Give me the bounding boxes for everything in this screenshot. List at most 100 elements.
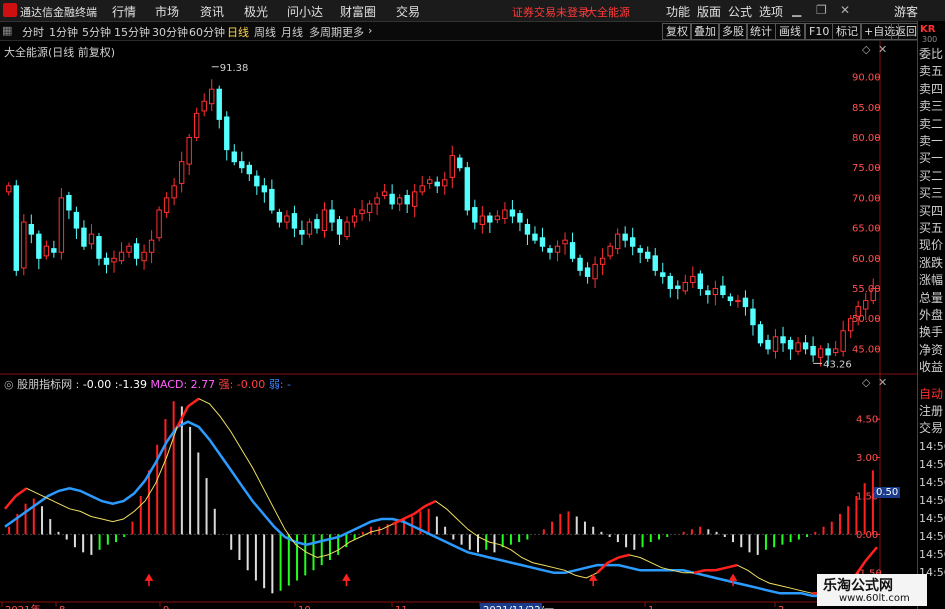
period-5min[interactable]: 5分钟	[82, 24, 111, 40]
candle-body	[21, 221, 27, 269]
menu-gongshi[interactable]: 公式	[728, 3, 752, 20]
menu-hangqing[interactable]: 行情	[112, 3, 136, 20]
candle-body	[434, 181, 440, 187]
watermark-url: www.60lt.com	[839, 593, 910, 604]
y-tick-label: 75.00	[852, 163, 881, 174]
panel-action-label[interactable]: 注册	[919, 402, 945, 419]
period-1min[interactable]: 1分钟	[49, 24, 78, 40]
candle-body	[366, 203, 373, 213]
strong-segment	[15, 487, 28, 498]
y-tick-label: 0.00	[856, 530, 878, 541]
menu-jiaoyi[interactable]: 交易	[396, 3, 420, 20]
candle-body	[697, 273, 704, 289]
trade-time: 14:56	[919, 494, 945, 507]
btn-fuquan[interactable]: 复权	[662, 23, 692, 40]
candle-body	[171, 185, 177, 199]
menu-jiguang[interactable]: 极光	[244, 3, 268, 20]
high-price-label: 91.38	[220, 63, 249, 74]
candle-body	[201, 100, 207, 112]
candle-body	[141, 251, 147, 262]
candle-body	[449, 155, 455, 178]
panel-close-icon[interactable]: ✕	[878, 43, 887, 56]
candle-body	[780, 336, 786, 344]
period-60min[interactable]: 60分钟	[189, 24, 225, 40]
indicator-toggle-icon[interactable]: ◎	[4, 378, 14, 391]
period-multi[interactable]: 多周期	[309, 24, 342, 40]
menu-xuanxiang[interactable]: 选项	[759, 3, 783, 20]
candle-body	[532, 233, 538, 241]
candle-body	[209, 88, 215, 105]
panel-action-label[interactable]: 自动	[919, 385, 945, 402]
y-tick-label: 4.50	[856, 415, 878, 426]
candle-body	[614, 233, 621, 250]
candle-body	[314, 219, 320, 229]
candle-body	[58, 197, 65, 253]
candle-body	[727, 296, 734, 302]
strong-segment	[865, 546, 878, 561]
btn-tongji[interactable]: 统计	[746, 23, 776, 40]
quote-row-label: 买四	[919, 203, 944, 218]
period-day[interactable]: 日线	[227, 24, 249, 40]
menu-zixun[interactable]: 资讯	[200, 3, 224, 20]
settings-diamond-icon[interactable]: ◇	[862, 43, 870, 56]
quote-row-label: 买二	[919, 168, 944, 183]
candle-body	[148, 239, 155, 253]
chevron-right-icon[interactable]: ›	[368, 24, 372, 37]
candle-body	[509, 209, 516, 217]
candle-body	[193, 112, 200, 139]
candle-body	[261, 185, 268, 193]
candle-body	[321, 209, 328, 232]
candle-body	[43, 245, 50, 257]
btn-biaoji[interactable]: 标记	[832, 23, 862, 40]
candle-body	[96, 236, 102, 259]
menu-banmian[interactable]: 版面	[697, 3, 721, 20]
candle-body	[178, 161, 185, 184]
candle-body	[840, 330, 846, 352]
btn-f10[interactable]: F10	[805, 23, 834, 40]
period-week[interactable]: 周线	[254, 24, 276, 40]
candle-body	[28, 223, 35, 235]
menu-caifuquan[interactable]: 财富圈	[340, 3, 376, 20]
candle-body	[419, 185, 425, 193]
grid-toggle-icon[interactable]: ▦	[2, 24, 12, 37]
close-icon[interactable]: ✕	[840, 3, 850, 17]
panel-action-label[interactable]: 交易	[919, 419, 945, 436]
btn-duogu[interactable]: 多股	[718, 23, 748, 40]
indicator-close-icon[interactable]: ✕	[878, 376, 887, 389]
period-fenshi[interactable]: 分时	[22, 24, 44, 40]
menu-gongneng[interactable]: 功能	[666, 3, 690, 20]
candle-body	[757, 324, 764, 344]
candle-body	[599, 257, 606, 265]
candle-body	[457, 157, 463, 169]
candle-body	[13, 185, 19, 271]
strong-segment	[4, 495, 17, 510]
minimize-icon[interactable]: ▁	[792, 3, 801, 17]
x-tick-label: 9	[163, 605, 169, 609]
trade-time: 14:56	[919, 530, 945, 543]
btn-diejia[interactable]: 叠加	[690, 23, 720, 40]
candle-body	[569, 242, 576, 259]
menu-wenxiaoda[interactable]: 问小达	[287, 3, 323, 20]
candle-body	[554, 245, 561, 253]
menu-shichang[interactable]: 市场	[155, 3, 179, 20]
app-title: 通达信金融终端	[20, 6, 97, 19]
user-label[interactable]: 游客	[894, 3, 918, 20]
candle-body	[66, 194, 72, 211]
candle-body	[411, 191, 418, 207]
candle-body	[817, 348, 824, 358]
period-30min[interactable]: 30分钟	[152, 24, 188, 40]
candle-body	[133, 243, 140, 259]
period-more[interactable]: 更多	[342, 24, 364, 40]
login-notice[interactable]: 证券交易未登录	[512, 4, 589, 20]
restore-icon[interactable]: ❐	[816, 3, 827, 17]
period-15min[interactable]: 15分钟	[114, 24, 150, 40]
candle-body	[186, 137, 192, 165]
indicator-name[interactable]: 股朋指标网	[17, 378, 72, 391]
btn-huaxian[interactable]: 画线	[775, 23, 805, 40]
candle-body	[276, 211, 283, 223]
chart-canvas[interactable]: 91.38 43.26 45.00 50.00 55.00 60.00 65.00 70.0…	[0, 41, 918, 609]
indicator-settings-icon[interactable]: ◇	[862, 376, 870, 389]
period-month[interactable]: 月线	[281, 24, 303, 40]
quote-row-label: 卖一	[919, 134, 944, 148]
candle-body	[6, 185, 12, 193]
